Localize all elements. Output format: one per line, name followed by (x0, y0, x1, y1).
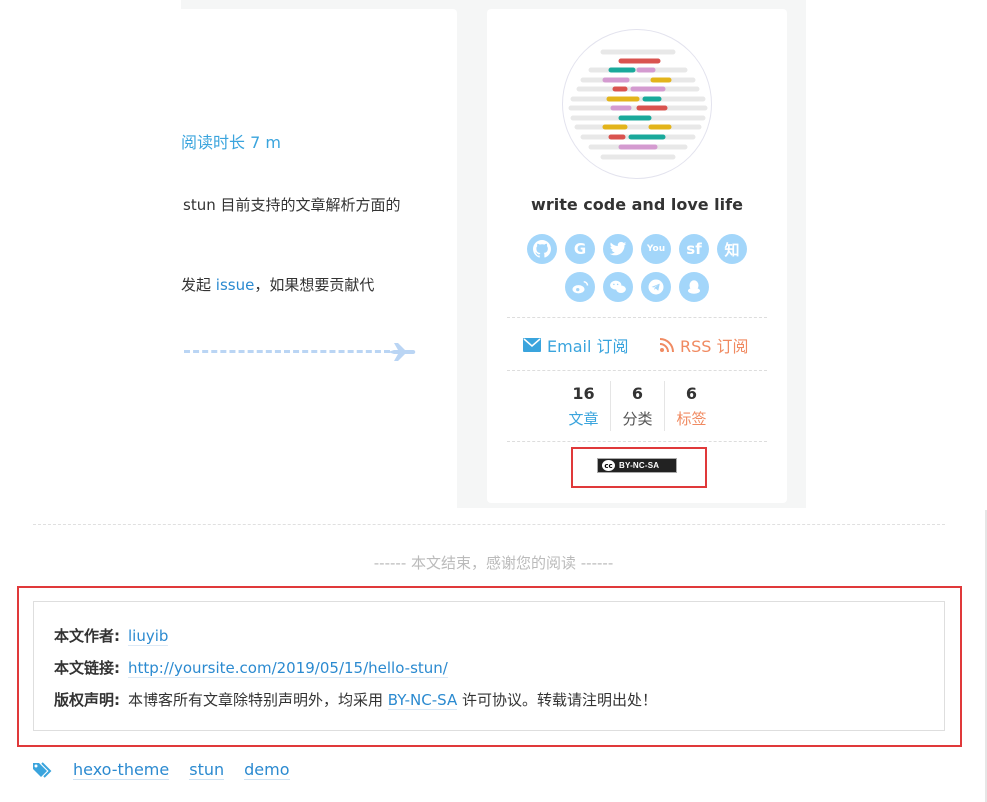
tag-link[interactable]: demo (244, 760, 290, 780)
tag-link[interactable]: stun (189, 760, 225, 780)
youtube-icon[interactable]: You (641, 234, 671, 264)
site-stats: 16 文章 6 分类 6 标签 (557, 381, 718, 431)
article-card (181, 9, 457, 508)
post-end-divider (33, 524, 945, 525)
google-icon[interactable]: G (565, 234, 595, 264)
post-tags: hexo-theme stun demo (33, 760, 290, 780)
stat-categories-count: 6 (631, 384, 644, 403)
stat-posts[interactable]: 16 文章 (557, 381, 610, 431)
tags-icon (33, 762, 52, 778)
highlight-box-copyright (17, 586, 962, 747)
social-links: G You sf 知 (487, 234, 787, 310)
highlight-box-license (571, 447, 707, 488)
stat-tags[interactable]: 6 标签 (664, 381, 718, 431)
youtube-glyph: You (646, 244, 666, 254)
rss-icon (660, 338, 674, 352)
article-text: 发起 (181, 276, 216, 294)
rss-subscribe-link[interactable]: RSS 订阅 (660, 333, 749, 357)
issue-link[interactable]: issue (216, 276, 255, 294)
stat-tags-count: 6 (685, 384, 698, 403)
stat-tags-label: 标签 (676, 410, 707, 428)
airplane-icon (388, 343, 416, 361)
email-subscribe-link[interactable]: Email 订阅 (523, 333, 628, 357)
google-glyph: G (573, 240, 587, 258)
read-time: 阅读时长 7 m (181, 133, 281, 152)
zhihu-glyph: 知 (724, 240, 740, 259)
post-end-text: ------ 本文结束，感谢您的阅读 ------ (373, 554, 614, 572)
email-subscribe-label: Email 订阅 (547, 337, 629, 356)
stat-posts-label: 文章 (568, 410, 599, 428)
avatar (562, 29, 712, 179)
sidebar-divider (507, 317, 767, 318)
qq-icon[interactable] (679, 272, 709, 302)
segmentfault-icon[interactable]: sf (679, 234, 709, 264)
github-icon[interactable] (527, 234, 557, 264)
envelope-icon (523, 338, 541, 352)
twitter-icon[interactable] (603, 234, 633, 264)
wechat-icon[interactable] (603, 272, 633, 302)
sidebar-divider (507, 441, 767, 442)
stat-posts-count: 16 (572, 384, 595, 403)
stat-categories-label: 分类 (622, 410, 653, 428)
article-text: ，如果想要贡献代 (254, 276, 375, 294)
avatar-image (568, 49, 708, 160)
telegram-icon[interactable] (641, 272, 671, 302)
rss-subscribe-label: RSS 订阅 (680, 337, 749, 356)
weibo-icon[interactable] (565, 272, 595, 302)
segmentfault-glyph: sf (686, 240, 702, 258)
stat-categories[interactable]: 6 分类 (610, 381, 664, 431)
tag-link[interactable]: hexo-theme (73, 760, 170, 780)
sidebar-divider (507, 370, 767, 371)
article-text-line-issue: 发起 issue，如果想要贡献代 (181, 274, 374, 295)
zhihu-icon[interactable]: 知 (717, 234, 747, 264)
article-text-line: stun 目前支持的文章解析方面的 (183, 196, 401, 214)
author-motto: write code and love life (531, 195, 743, 214)
post-divider-line (184, 350, 390, 353)
